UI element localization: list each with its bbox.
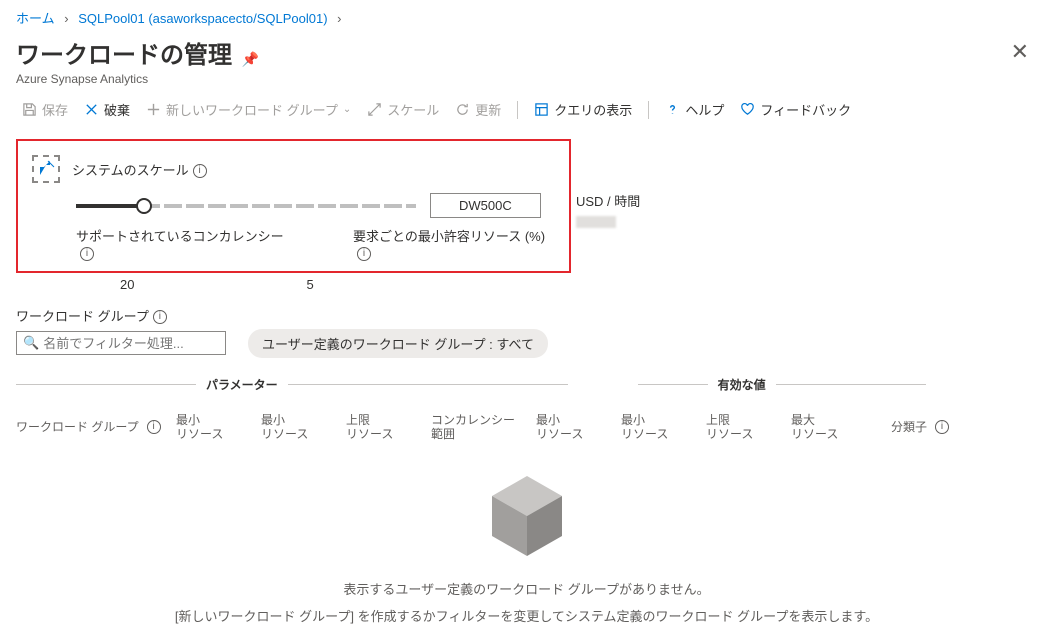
breadcrumb: ホーム › SQLPool01 (asaworkspacecto/SQLPool… (0, 0, 1053, 31)
chevron-down-icon: ⌄ (343, 104, 351, 115)
col-max-resource: 最大リソース (791, 413, 838, 442)
min-resource-label: 要求ごとの最小許容リソース (%)i (353, 226, 555, 261)
info-icon[interactable]: i (153, 310, 167, 324)
heart-icon (740, 102, 755, 117)
usd-value-blurred (576, 216, 616, 228)
col-group: ワークロード グループ (16, 420, 139, 434)
usd-label: USD / 時間 (576, 191, 776, 210)
workload-group-label: ワークロード グループi (16, 306, 1037, 325)
concurrency-label: サポートされているコンカレンシーi (76, 226, 293, 261)
empty-line1: 表示するユーザー定義のワークロード グループがありません。 (16, 579, 1037, 598)
empty-state: 表示するユーザー定義のワークロード グループがありません。 [新しいワークロード… (16, 471, 1037, 625)
feedback-button[interactable]: フィードバック (734, 96, 857, 123)
breadcrumb-home[interactable]: ホーム (16, 11, 55, 26)
slider-thumb[interactable] (136, 198, 152, 214)
toolbar: 保存 破棄 新しいワークロード グループ ⌄ スケール 更新 クエリの表示 ヘル… (0, 86, 1053, 131)
separator (648, 101, 649, 119)
cube-icon (487, 471, 567, 561)
scale-panel: システムのスケールi DW500C サポートされているコンカレンシーi 要求ごと… (16, 139, 571, 273)
info-icon[interactable]: i (147, 420, 161, 434)
discard-button[interactable]: 破棄 (78, 96, 136, 123)
scale-icon (367, 102, 382, 117)
plus-icon (146, 102, 161, 117)
scale-slider[interactable] (76, 204, 416, 208)
col-min-resource: 最小リソース (536, 413, 583, 442)
col-min-resource: 最小リソース (261, 413, 308, 442)
refresh-icon (455, 102, 470, 117)
empty-line2: [新しいワークロード グループ] を作成するかフィルターを変更してシステム定義の… (16, 606, 1037, 625)
page-subtitle: Azure Synapse Analytics (16, 72, 1003, 86)
save-button: 保存 (16, 96, 74, 123)
scale-out-icon (32, 155, 60, 183)
col-classifier: 分類子 (891, 420, 927, 434)
info-icon[interactable]: i (357, 247, 371, 261)
col-concurrency-range: コンカレンシー範囲 (431, 413, 515, 442)
help-icon (665, 102, 680, 117)
help-button[interactable]: ヘルプ (659, 96, 730, 123)
page-title: ワークロードの管理 (16, 35, 232, 70)
close-icon[interactable]: ✕ (1003, 35, 1037, 69)
show-query-button[interactable]: クエリの表示 (528, 96, 638, 123)
chevron-right-icon: › (337, 11, 341, 26)
scale-value-input[interactable]: DW500C (430, 193, 541, 218)
scale-button: スケール (361, 96, 445, 123)
col-min-resource: 最小リソース (621, 413, 668, 442)
info-icon[interactable]: i (80, 247, 94, 261)
col-cap-resource: 上限リソース (346, 413, 393, 442)
separator (517, 101, 518, 119)
section-parameters: パラメーター (196, 376, 288, 393)
min-resource-value: 5 (306, 277, 313, 292)
info-icon[interactable]: i (935, 420, 949, 434)
pin-icon[interactable]: 📌 (242, 51, 259, 67)
filter-input-wrapper[interactable]: 🔍 (16, 331, 226, 355)
refresh-button: 更新 (449, 96, 507, 123)
close-icon (84, 102, 99, 117)
concurrency-value: 20 (120, 277, 134, 292)
search-icon: 🔍 (23, 335, 39, 351)
scale-label: システムのスケールi (72, 160, 207, 179)
breadcrumb-item[interactable]: SQLPool01 (asaworkspacecto/SQLPool01) (78, 11, 327, 26)
col-cap-resource: 上限リソース (706, 413, 753, 442)
query-icon (534, 102, 549, 117)
info-icon[interactable]: i (193, 164, 207, 178)
section-effective: 有効な値 (708, 376, 776, 393)
filter-pill[interactable]: ユーザー定義のワークロード グループ : すべて (248, 329, 548, 358)
save-icon (22, 102, 37, 117)
chevron-right-icon: › (64, 11, 68, 26)
new-group-button: 新しいワークロード グループ ⌄ (140, 96, 357, 123)
filter-input[interactable] (43, 336, 219, 351)
col-min-resource: 最小リソース (176, 413, 223, 442)
